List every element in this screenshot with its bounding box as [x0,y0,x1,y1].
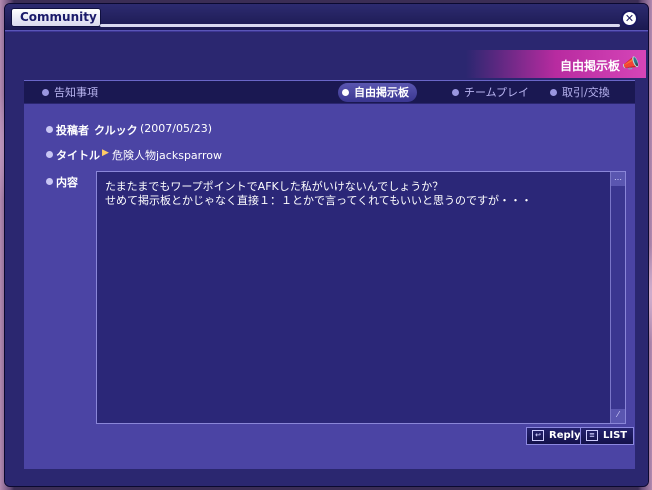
scroll-down-icon[interactable]: ⁄ [611,409,625,423]
title-bar[interactable]: Community ✕ [5,4,648,31]
scroll-up-icon[interactable]: … [611,172,625,186]
tab-trade[interactable]: 取引/交換 [546,83,618,102]
window-title: Community [11,8,101,27]
content-label: 内容 [46,174,78,190]
community-window: Community ✕ 自由掲示板 📣 告知事項 自由掲示板 チームプレイ 取引… [4,3,649,487]
list-button[interactable]: ≡ LIST [580,427,635,445]
tab-team-play[interactable]: チームプレイ [448,83,537,102]
post-content-panel: 投稿者 クルック (2007/05/23) タイトル ▶ 危険人物jackspa… [24,104,635,469]
banner-label: 自由掲示板 [559,59,620,73]
reply-label: Reply [549,430,581,441]
scrollbar[interactable]: … ⁄ [610,172,625,423]
close-icon[interactable]: ✕ [621,10,638,27]
author-label: 投稿者 [46,122,89,138]
post-body: たまたまでもワープポイントでAFKした私がいけないんでしょうか？ せめて掲示板と… [105,180,533,207]
tab-notices[interactable]: 告知事項 [38,83,106,102]
list-label: LIST [603,430,628,441]
title-label: タイトル [46,147,100,163]
arrow-right-icon: ▶ [102,148,109,158]
category-tabs: 告知事項 自由掲示板 チームプレイ 取引/交換 [24,80,635,103]
author-name: クルック [94,124,138,137]
reply-button[interactable]: ↩ Reply [526,427,588,445]
megaphone-icon: 📣 [622,56,640,72]
tab-free-board[interactable]: 自由掲示板 [338,83,417,102]
title-underline [100,24,620,27]
bottom-border [24,469,635,475]
board-banner: 自由掲示板 📣 [466,50,646,78]
list-icon: ≡ [586,430,598,441]
post-title: 危険人物jacksparrow [112,149,223,162]
post-body-box[interactable]: たまたまでもワープポイントでAFKした私がいけないんでしょうか？ せめて掲示板と… [96,171,626,424]
post-date: (2007/05/23) [140,122,212,135]
reply-icon: ↩ [532,430,544,441]
